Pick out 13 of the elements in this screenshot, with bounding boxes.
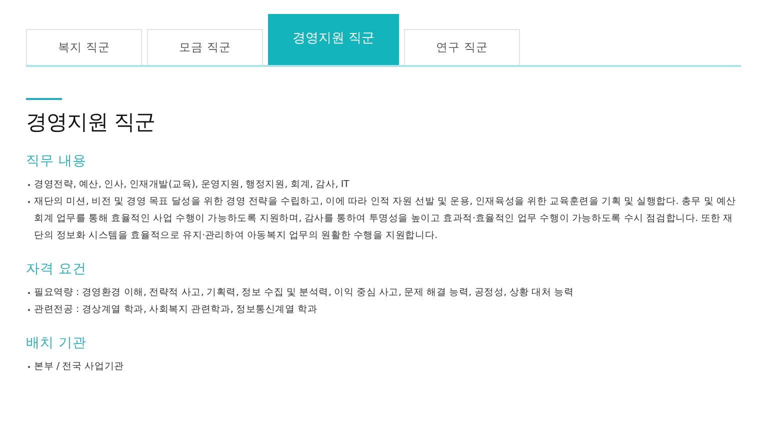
section-heading: 자격 요건 — [26, 260, 88, 278]
list-item-text: 재단의 미션, 비전 및 경영 목표 달성을 위한 경영 전략을 수립하고, 이에 따라 인적 자원 선발 및 운용, 인재육성을 위한 교육훈련을 기획 및 실행합다. 총무 및 예산회계 업무를 통해 효율적인 사업 수행이 가능하도록 지원하며, 감사를 통하여 투명성을 높이고 효과적·효율적인 업무 수행이 가능하도록 수시 점검합니다. 또한 재단의 정보화 시스템을 효율적으로 유지·관리하여 아동복지 업무의 원활한 수행을 지원합니다. — [34, 195, 737, 243]
list-item-text: 필요역량 : 경영환경 이해, 전략적 사고, 기획력, 정보 수집 및 분석력, 이익 중심 사고, 문제 해결 능력, 공정성, 상황 대처 능력 — [34, 286, 574, 300]
accent-rule — [26, 98, 62, 100]
list-item-text: 경영전략, 예산, 인사, 인재개발(교육), 운영지원, 행정지원, 회계, 감사, IT — [34, 178, 350, 192]
list-item-text: 본부 / 전국 사업기관 — [34, 360, 124, 374]
list-item-text: 관련전공 : 경상계열 학과, 사회복지 관련학과, 정보통신계열 학과 — [34, 303, 318, 317]
tab[interactable]: 연구 직군 — [404, 29, 520, 65]
page-title: 경영지원 직군 — [26, 109, 156, 136]
tab[interactable]: 복지 직군 — [26, 29, 142, 65]
tab[interactable]: 모금 직군 — [147, 29, 263, 65]
section-heading: 배치 기관 — [26, 334, 88, 352]
section-heading: 직무 내용 — [26, 152, 88, 170]
